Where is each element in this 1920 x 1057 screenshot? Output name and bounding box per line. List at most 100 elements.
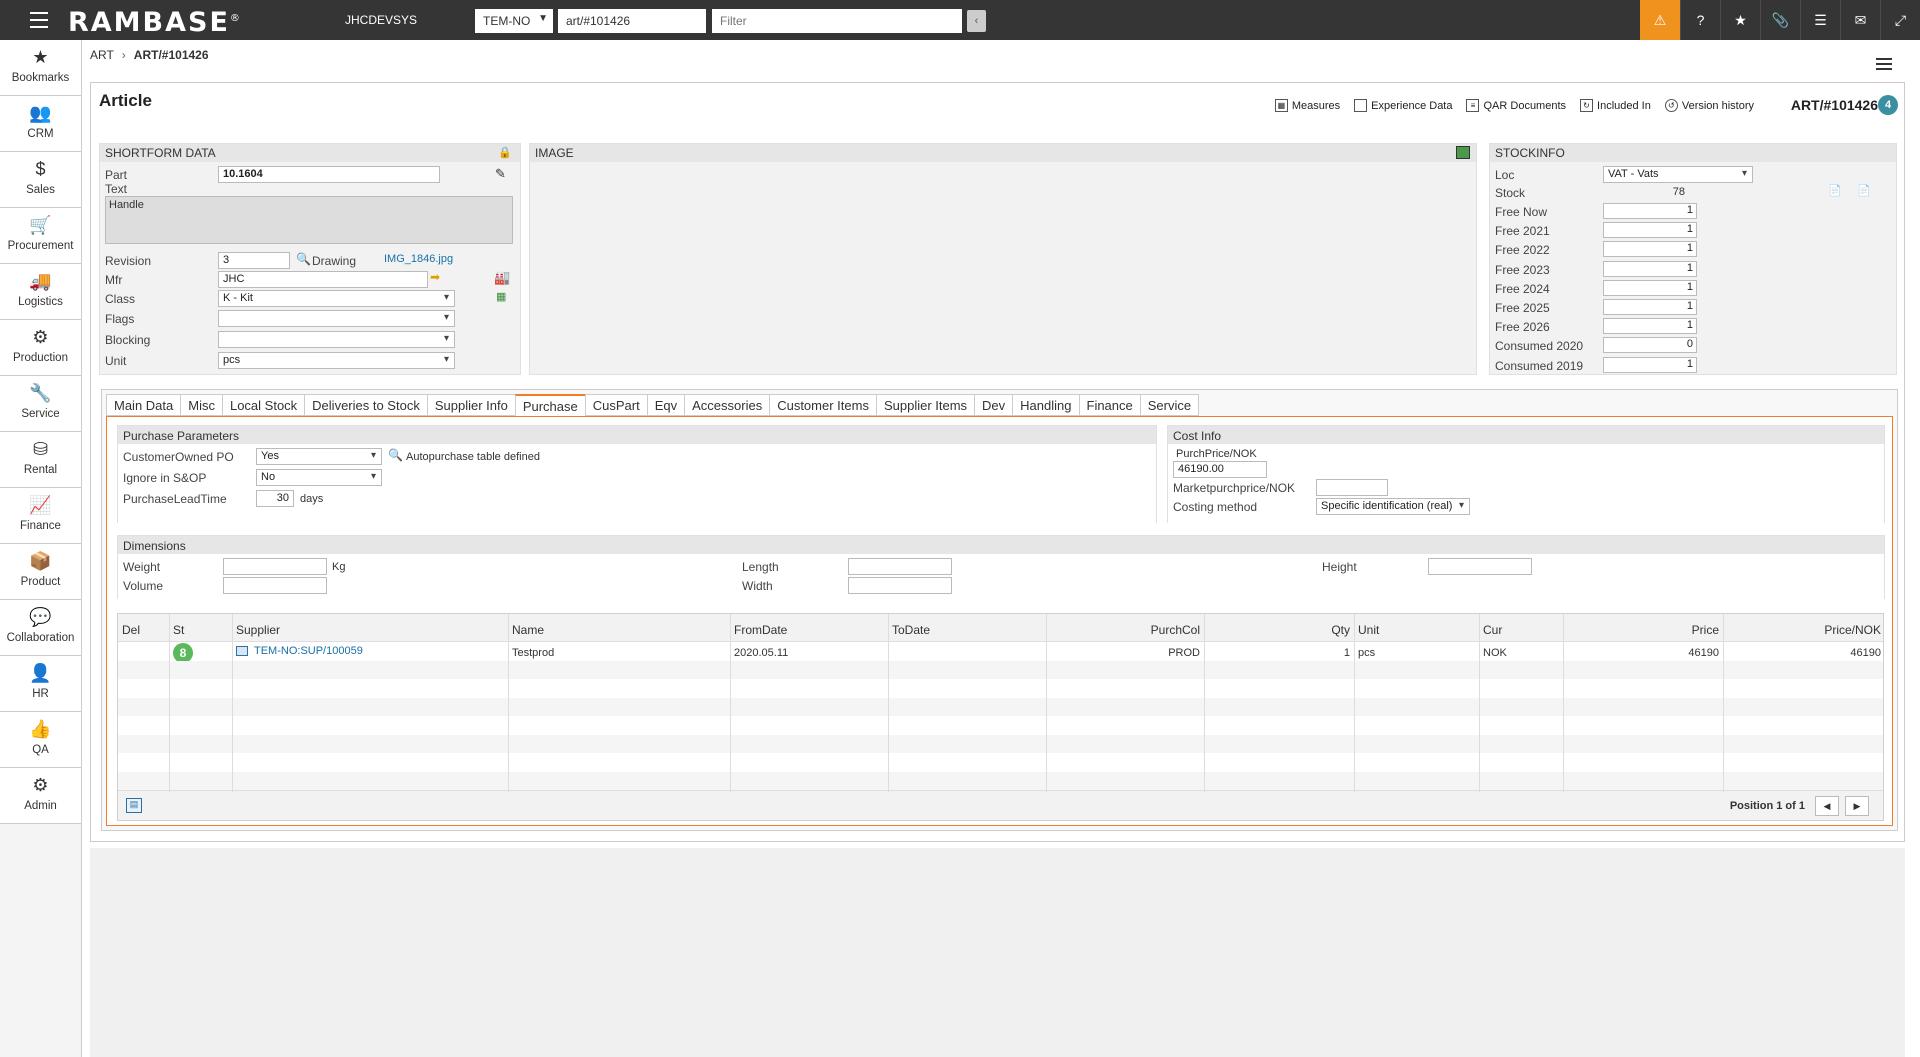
column-header[interactable]: Cur: [1479, 614, 1563, 641]
version-history-link[interactable]: ↺ Version history: [1664, 99, 1754, 112]
nav-item-hr[interactable]: 👤 HR: [0, 656, 82, 712]
lead-time-input[interactable]: 30: [256, 490, 294, 507]
tab-dev[interactable]: Dev: [974, 394, 1013, 416]
column-header[interactable]: Price/NOK: [1723, 614, 1885, 641]
table-row[interactable]: [118, 716, 1883, 734]
nav-item-product[interactable]: 📦 Product: [0, 544, 82, 600]
purch-price-input[interactable]: 46190.00: [1173, 461, 1267, 478]
stock-row-value[interactable]: 1: [1603, 222, 1697, 239]
mfr-input[interactable]: JHC: [218, 271, 428, 288]
tab-cuspart[interactable]: CusPart: [584, 394, 647, 416]
tab-customer-items[interactable]: Customer Items: [769, 394, 876, 416]
column-header[interactable]: Price: [1563, 614, 1723, 641]
image-icon[interactable]: [1456, 146, 1470, 159]
tab-eqv[interactable]: Eqv: [646, 394, 685, 416]
column-header[interactable]: Supplier: [232, 614, 508, 641]
nav-item-sales[interactable]: $ Sales: [0, 152, 82, 208]
customer-po-select[interactable]: Yes: [256, 448, 382, 465]
column-header[interactable]: Name: [508, 614, 730, 641]
sar-icon[interactable]: 📄: [1828, 184, 1842, 197]
ignore-sop-select[interactable]: No: [256, 469, 382, 486]
revision-input[interactable]: 3: [218, 252, 290, 269]
table-row[interactable]: [118, 697, 1883, 716]
loc-select[interactable]: VAT - Vats: [1603, 166, 1753, 183]
weight-input[interactable]: [223, 558, 327, 575]
star-icon[interactable]: ★: [1720, 0, 1760, 40]
costing-method-select[interactable]: Specific identification (real): [1316, 498, 1470, 515]
table-row[interactable]: [118, 734, 1883, 753]
stock-row-value[interactable]: 1: [1603, 299, 1697, 315]
address-input[interactable]: [558, 9, 706, 33]
table-row[interactable]: [118, 753, 1883, 771]
market-price-input[interactable]: [1316, 479, 1388, 496]
stock-row-value[interactable]: 1: [1603, 318, 1697, 335]
drawing-link[interactable]: IMG_1846.jpg: [384, 253, 453, 265]
collapse-icon[interactable]: ‹: [967, 10, 986, 32]
breadcrumb-root[interactable]: ART: [90, 48, 114, 62]
nav-item-procurement[interactable]: 🛒 Procurement: [0, 208, 82, 264]
menu-icon[interactable]: [30, 12, 48, 28]
width-input[interactable]: [848, 577, 952, 594]
part-input[interactable]: 10.1604: [218, 166, 440, 183]
tab-finance[interactable]: Finance: [1078, 394, 1140, 416]
nav-item-logistics[interactable]: 🚚 Logistics: [0, 264, 82, 320]
column-header[interactable]: FromDate: [730, 614, 888, 641]
included-in-link[interactable]: ↻ Included In: [1580, 99, 1651, 112]
export-icon[interactable]: ▤: [126, 798, 142, 813]
nav-item-rental[interactable]: ⛁ Rental: [0, 432, 82, 488]
table-row[interactable]: [118, 660, 1883, 679]
tab-local-stock[interactable]: Local Stock: [221, 394, 305, 416]
paperclip-icon[interactable]: 📎: [1760, 0, 1800, 40]
nav-item-admin[interactable]: ⚙ Admin: [0, 768, 82, 824]
edit-icon[interactable]: ✎: [495, 166, 506, 182]
filter-input[interactable]: [712, 9, 962, 33]
flags-select[interactable]: [218, 310, 455, 327]
warning-icon[interactable]: ⚠: [1640, 0, 1680, 40]
table-row[interactable]: [118, 679, 1883, 697]
help-icon[interactable]: ?: [1680, 0, 1720, 40]
column-header[interactable]: ToDate: [888, 614, 1046, 641]
arrow-icon[interactable]: ➡: [430, 270, 440, 284]
nav-item-qa[interactable]: 👍 QA: [0, 712, 82, 768]
stock-row-value[interactable]: 1: [1603, 241, 1697, 258]
column-header[interactable]: Del: [118, 614, 169, 641]
tab-purchase[interactable]: Purchase: [514, 394, 585, 416]
height-input[interactable]: [1428, 558, 1532, 575]
company-select[interactable]: TEM-NO ▼: [475, 9, 553, 33]
tab-service[interactable]: Service: [1139, 394, 1200, 416]
grid-icon[interactable]: ▦: [496, 290, 506, 303]
column-header[interactable]: PurchCol: [1046, 614, 1204, 641]
blocking-select[interactable]: [218, 331, 455, 348]
unit-select[interactable]: pcs: [218, 352, 455, 369]
column-header[interactable]: St: [169, 614, 232, 641]
expand-icon[interactable]: ⤢: [1880, 0, 1920, 40]
tab-deliveries-to-stock[interactable]: Deliveries to Stock: [304, 394, 427, 416]
column-header[interactable]: Qty: [1204, 614, 1354, 641]
tab-misc[interactable]: Misc: [180, 394, 222, 416]
volume-input[interactable]: [223, 577, 327, 594]
nav-item-service[interactable]: 🔧 Service: [0, 376, 82, 432]
search-icon[interactable]: 🔍: [296, 252, 311, 266]
list-icon[interactable]: ☰: [1800, 0, 1840, 40]
nav-item-production[interactable]: ⚙ Production: [0, 320, 82, 376]
stock-row-value[interactable]: 1: [1603, 356, 1697, 373]
class-select[interactable]: K - Kit: [218, 290, 455, 307]
supplier-link-text[interactable]: TEM-NO:SUP/100059: [254, 645, 363, 657]
prev-page-icon[interactable]: ◀: [1815, 796, 1839, 816]
mail-icon[interactable]: ✉: [1840, 0, 1880, 40]
stock-row-value[interactable]: 1: [1603, 203, 1697, 219]
notification-badge[interactable]: 4: [1878, 95, 1898, 115]
sar-icon-2[interactable]: 📄: [1857, 184, 1871, 197]
experience-data-link[interactable]: Experience Data: [1354, 99, 1452, 112]
nav-item-bookmarks[interactable]: ★ Bookmarks: [0, 40, 82, 96]
stock-row-value[interactable]: 1: [1603, 279, 1697, 296]
factory-icon[interactable]: 🏭: [494, 270, 510, 286]
tab-supplier-info[interactable]: Supplier Info: [426, 394, 515, 416]
length-input[interactable]: [848, 558, 952, 575]
text-area[interactable]: Handle: [105, 196, 513, 244]
tab-supplier-items[interactable]: Supplier Items: [875, 394, 975, 416]
measures-link[interactable]: ▦ Measures: [1274, 99, 1340, 112]
tab-handling[interactable]: Handling: [1012, 394, 1079, 416]
qar-documents-link[interactable]: ≡ QAR Documents: [1466, 99, 1566, 112]
table-row[interactable]: [118, 771, 1883, 790]
